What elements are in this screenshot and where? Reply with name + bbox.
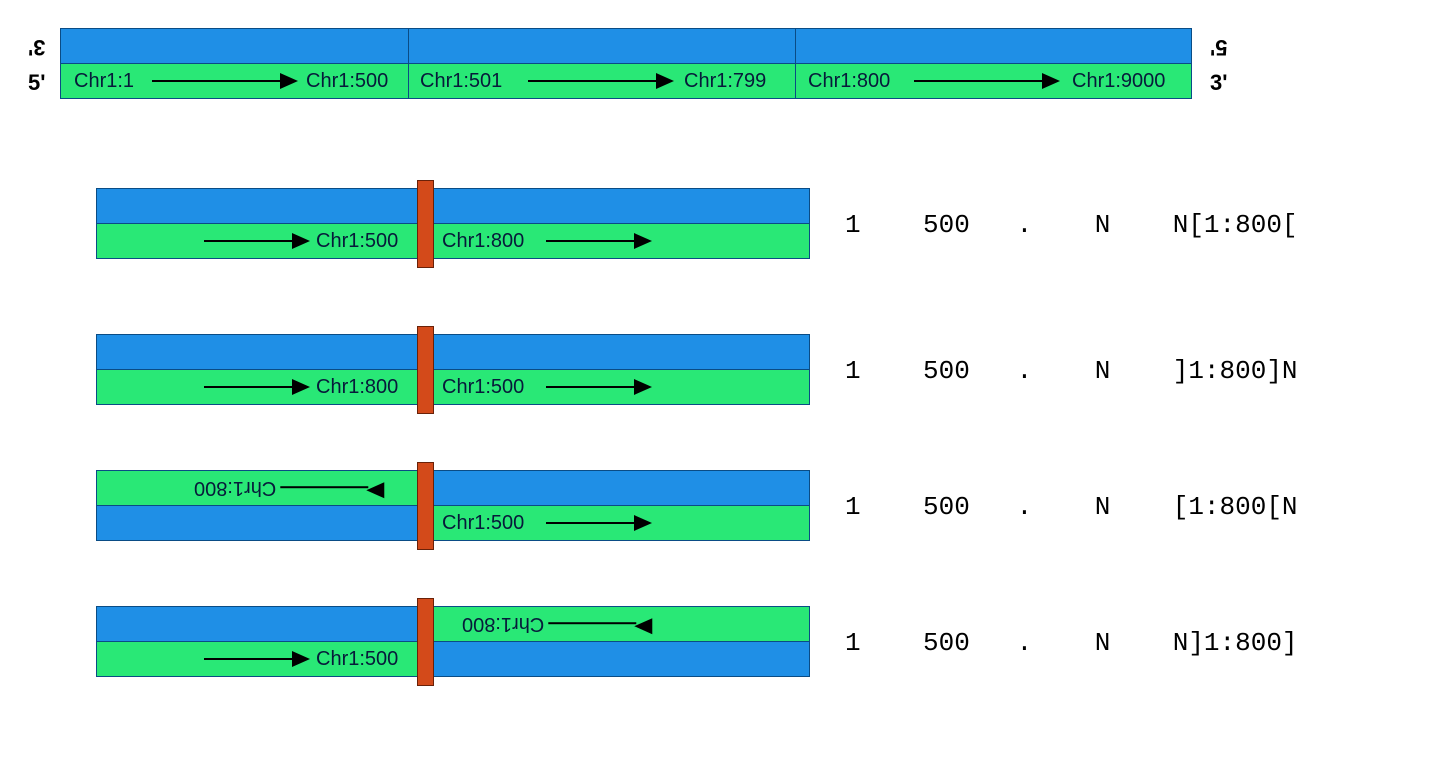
row4-right-bot [426, 641, 810, 677]
row2-left-label: Chr1:800 [316, 376, 398, 399]
row2-vcf: 1 500 . N ]1:800]N [845, 356, 1298, 386]
end-label-3prime-br: 3' [1210, 70, 1227, 96]
ref-seg3-end: Chr1:9000 [1072, 70, 1165, 93]
row4-left-label: Chr1:500 [316, 648, 398, 671]
row3-breakpoint [417, 462, 434, 550]
ref-divider-2 [795, 28, 796, 98]
bnd-row-3: Chr1:800 Chr1:500 [96, 470, 808, 540]
bnd-row-4: Chr1:500 Chr1:800 [96, 606, 808, 676]
row1-breakpoint [417, 180, 434, 268]
row3-vcf: 1 500 . N [1:800[N [845, 492, 1298, 522]
row3-right-label: Chr1:500 [442, 512, 524, 535]
bnd-row-2: Chr1:800 Chr1:500 [96, 334, 808, 404]
row1-antisense [96, 188, 810, 224]
ref-seg3-start: Chr1:800 [808, 70, 890, 93]
row3-left-bot [96, 505, 428, 541]
row2-breakpoint [417, 326, 434, 414]
row4-vcf: 1 500 . N N]1:800] [845, 628, 1298, 658]
row1-right-label: Chr1:800 [442, 230, 524, 253]
row1-vcf: 1 500 . N N[1:800[ [845, 210, 1298, 240]
row2-right-label: Chr1:500 [442, 376, 524, 399]
diagram-canvas: 3' 5' 5' 3' Chr1:1 Chr1:500 Chr1:501 Chr… [0, 0, 1456, 759]
end-label-5prime-bl: 5' [28, 70, 45, 96]
ref-divider-1 [408, 28, 409, 98]
ref-seg1-start: Chr1:1 [74, 70, 134, 93]
ref-seg2-end: Chr1:799 [684, 70, 766, 93]
ref-antisense-strand [60, 28, 1192, 64]
end-label-5prime-tr: 5' [1210, 34, 1227, 60]
row4-right-label: Chr1:800 [462, 612, 652, 635]
row2-antisense [96, 334, 810, 370]
row3-right-top [426, 470, 810, 506]
row3-left-label: Chr1:800 [194, 476, 384, 499]
ref-seg1-end: Chr1:500 [306, 70, 388, 93]
bnd-row-1: Chr1:500 Chr1:800 [96, 188, 808, 258]
row1-left-label: Chr1:500 [316, 230, 398, 253]
end-label-3prime-tl: 3' [28, 34, 45, 60]
row4-left-top [96, 606, 428, 642]
row4-breakpoint [417, 598, 434, 686]
ref-seg2-start: Chr1:501 [420, 70, 502, 93]
